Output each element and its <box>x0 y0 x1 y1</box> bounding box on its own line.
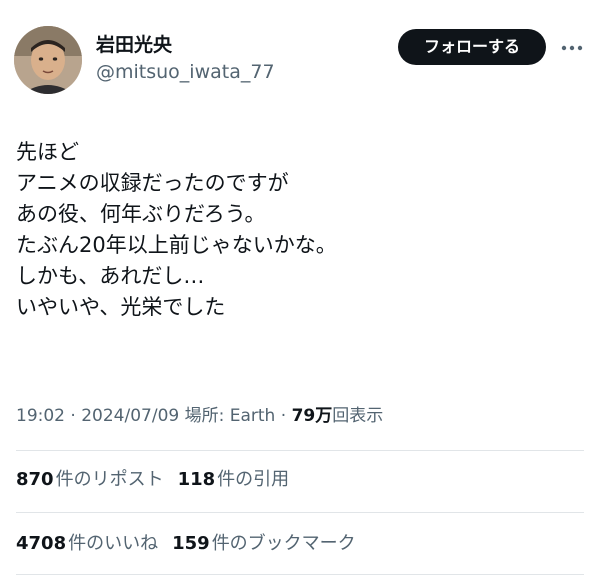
reposts-label: 件のリポスト <box>55 469 164 490</box>
reposts-count: 870 <box>16 469 54 490</box>
views-count: 79万 <box>291 406 333 426</box>
tweet-line: たぶん20年以上前じゃないかな。 <box>16 233 337 257</box>
tweet-date[interactable]: 2024/07/09 <box>81 406 179 426</box>
more-horizontal-icon[interactable] <box>558 36 586 60</box>
divider <box>16 512 584 513</box>
likes-count: 4708 <box>16 533 67 554</box>
tweet-time[interactable]: 19:02 <box>16 406 65 426</box>
views-label: 回表示 <box>332 406 384 426</box>
tweet-header: 岩田光央 @mitsuo_iwata_77 フォローする <box>14 26 586 96</box>
tweet-meta: 19:02 · 2024/07/09 場所: Earth · 79万回表示 <box>16 403 383 429</box>
user-handle[interactable]: @mitsuo_iwata_77 <box>96 58 275 86</box>
tweet-text: 先ほど アニメの収録だったのですが あの役、何年ぶりだろう。 たぶん20年以上前… <box>16 137 586 323</box>
divider <box>16 574 584 575</box>
stats-row-likes: 4708 件のいいね 159 件のブックマーク <box>16 530 370 558</box>
avatar[interactable] <box>14 26 82 94</box>
tweet-line: 先ほど <box>16 140 79 164</box>
quotes-stat[interactable]: 118 件の引用 <box>178 466 290 494</box>
user-names: 岩田光央 @mitsuo_iwata_77 <box>96 32 275 86</box>
tweet-line: いやいや、光栄でした <box>16 295 226 319</box>
likes-stat[interactable]: 4708 件のいいね <box>16 530 158 558</box>
meta-separator: · <box>275 406 292 426</box>
tweet-line: アニメの収録だったのですが <box>16 171 289 195</box>
profile-photo-icon <box>14 26 82 94</box>
quotes-label: 件の引用 <box>217 469 290 490</box>
bookmarks-label: 件のブックマーク <box>211 533 356 554</box>
bookmarks-stat[interactable]: 159 件のブックマーク <box>172 530 356 558</box>
follow-button[interactable]: フォローする <box>398 29 546 65</box>
tweet-line: あの役、何年ぶりだろう。 <box>16 202 266 226</box>
likes-label: 件のいいね <box>68 533 159 554</box>
tweet-location[interactable]: 場所: Earth <box>185 406 276 426</box>
stats-row-reposts: 870 件のリポスト 118 件の引用 <box>16 466 303 494</box>
divider <box>16 450 584 451</box>
quotes-count: 118 <box>177 469 216 490</box>
tweet-line: しかも、あれだし… <box>16 264 205 288</box>
meta-separator: · <box>65 406 82 426</box>
bookmarks-count: 159 <box>172 533 210 554</box>
reposts-stat[interactable]: 870 件のリポスト <box>16 466 164 494</box>
display-name[interactable]: 岩田光央 <box>96 32 275 58</box>
